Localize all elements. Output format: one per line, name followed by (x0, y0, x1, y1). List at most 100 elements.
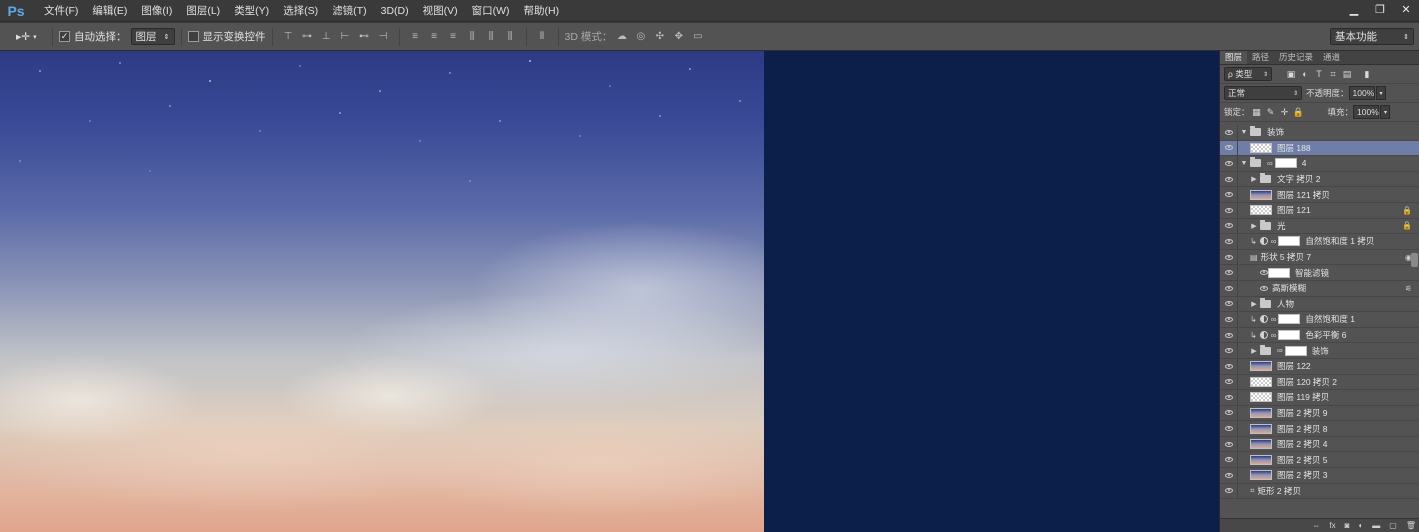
new-group-icon[interactable]: ▬ (1372, 521, 1380, 530)
layer-row[interactable]: ▶ 光 🔒 (1220, 218, 1419, 235)
layer-row[interactable]: ▶ ∞ 装饰 (1220, 343, 1419, 359)
panel-tab[interactable]: 历史记录 (1274, 51, 1318, 64)
lock-position-icon[interactable]: ✛ (1280, 106, 1290, 118)
panel-tab[interactable]: 图层 (1220, 51, 1248, 64)
layer-row[interactable]: 图层 122 (1220, 358, 1419, 375)
align-top-icon[interactable]: ⊤ (282, 30, 295, 43)
fill-dropdown-icon[interactable]: ▾ (1380, 105, 1391, 119)
filter-visibility-icon[interactable] (1260, 285, 1268, 291)
visibility-toggle[interactable] (1220, 343, 1238, 359)
lock-image-icon[interactable]: ✎ (1266, 106, 1276, 118)
align-left-icon[interactable]: ⊢ (339, 30, 352, 43)
distribute-vcenter-icon[interactable]: ≡ (428, 30, 441, 43)
close-button[interactable]: ✕ (1393, 0, 1419, 18)
show-transform-checkbox[interactable]: 显示变换控件 (187, 27, 266, 47)
filter-options-icon[interactable]: ⚟ (1405, 284, 1412, 293)
layer-row[interactable]: ↳ ∞ 自然饱和度 1 拷贝 (1220, 233, 1419, 250)
lock-all-icon[interactable]: 🔒 (1293, 106, 1304, 118)
layer-style-icon[interactable]: fx (1329, 521, 1335, 530)
distribute-bottom-icon[interactable]: ≡ (447, 30, 460, 43)
auto-select-checkbox[interactable]: ✓ 自动选择： (59, 27, 127, 47)
visibility-toggle[interactable] (1220, 374, 1238, 390)
chevron-right-icon[interactable]: ▶ (1250, 175, 1258, 183)
layer-filter-select[interactable]: ρ 类型 ⇕ (1224, 67, 1272, 81)
lock-transparency-icon[interactable]: ▦ (1252, 106, 1262, 118)
layer-row[interactable]: 图层 120 拷贝 2 (1220, 374, 1419, 391)
layer-row[interactable]: ▼ 装饰 (1220, 125, 1419, 141)
menu-item[interactable]: 类型(Y) (227, 0, 276, 22)
smart-object-filter-icon[interactable]: ▤ (1342, 68, 1352, 80)
chevron-down-icon[interactable]: ▼ (1240, 129, 1248, 136)
layer-row[interactable]: 图层 2 拷贝 3 (1220, 467, 1419, 484)
visibility-toggle[interactable] (1220, 327, 1238, 343)
pixel-filter-icon[interactable]: ▣ (1286, 68, 1296, 80)
visibility-toggle[interactable] (1220, 125, 1238, 140)
layer-row[interactable]: 高斯模糊 ⚟ (1220, 280, 1419, 297)
layer-row[interactable]: 图层 2 拷贝 4 (1220, 436, 1419, 453)
filter-toggle-icon[interactable]: ▮ (1362, 68, 1372, 80)
auto-select-target-select[interactable]: 图层 ⇕ (130, 28, 175, 45)
align-bottom-icon[interactable]: ⊥ (320, 30, 333, 43)
restore-button[interactable]: ❐ (1367, 0, 1393, 18)
align-right-icon[interactable]: ⊣ (377, 30, 390, 43)
link-layers-icon[interactable]: ⇔ (1312, 521, 1320, 530)
menu-item[interactable]: 窗口(W) (465, 0, 517, 22)
visibility-toggle[interactable] (1220, 218, 1238, 234)
layer-row[interactable]: 图层 121 🔒 (1220, 202, 1419, 219)
fill-input[interactable]: 100% (1353, 105, 1380, 119)
visibility-toggle[interactable] (1220, 389, 1238, 405)
visibility-toggle[interactable] (1220, 436, 1238, 452)
layer-row[interactable]: 图层 119 拷贝 (1220, 389, 1419, 406)
layer-row[interactable]: 图层 2 拷贝 5 (1220, 452, 1419, 469)
layer-row[interactable]: ↳ ∞ 色彩平衡 6 (1220, 327, 1419, 344)
3d-orbit-icon[interactable]: ☁ (615, 30, 628, 43)
visibility-toggle[interactable] (1220, 421, 1238, 437)
layer-row[interactable]: ▤ 形状 5 拷贝 7 ◉ (1220, 249, 1419, 266)
layer-row[interactable]: 图层 2 拷贝 8 (1220, 421, 1419, 437)
panel-tab[interactable]: 路径 (1247, 51, 1274, 64)
3d-scale-icon[interactable]: ▭ (691, 30, 704, 43)
visibility-toggle[interactable] (1220, 405, 1238, 421)
distribute-top-icon[interactable]: ≡ (409, 30, 422, 43)
visibility-toggle[interactable] (1220, 249, 1238, 265)
visibility-toggle[interactable] (1220, 311, 1238, 327)
visibility-toggle[interactable] (1220, 483, 1238, 499)
layer-row[interactable]: ▶ 人物 (1220, 296, 1419, 313)
align-vcenter-icon[interactable]: ⊶ (301, 30, 314, 43)
menu-item[interactable]: 图层(L) (179, 0, 227, 22)
visibility-toggle[interactable] (1220, 140, 1238, 156)
add-mask-icon[interactable]: ◙ (1345, 521, 1350, 530)
opacity-dropdown-icon[interactable]: ▾ (1375, 86, 1386, 100)
3d-pan-icon[interactable]: ✣ (653, 30, 666, 43)
minimize-button[interactable]: ▁ (1341, 0, 1367, 18)
filter-visibility-icon[interactable] (1260, 270, 1268, 276)
3d-roll-icon[interactable]: ◎ (634, 30, 647, 43)
menu-item[interactable]: 文件(F) (37, 0, 85, 22)
distribute-left-icon[interactable]: ⫼ (466, 30, 479, 43)
workspace-select[interactable]: 基本功能 ⇕ (1330, 28, 1414, 45)
menu-item[interactable]: 选择(S) (276, 0, 325, 22)
layers-scrollbar[interactable] (1411, 253, 1418, 267)
chevron-right-icon[interactable]: ▶ (1250, 222, 1258, 230)
blend-mode-select[interactable]: 正常 ⇕ (1224, 86, 1302, 100)
visibility-toggle[interactable] (1220, 452, 1238, 468)
layer-row[interactable]: ⌗ 矩形 2 拷贝 (1220, 483, 1419, 500)
visibility-toggle[interactable] (1220, 233, 1238, 249)
chevron-right-icon[interactable]: ▶ (1250, 347, 1258, 355)
layer-row[interactable]: ↳ ∞ 自然饱和度 1 (1220, 311, 1419, 328)
visibility-toggle[interactable] (1220, 155, 1238, 171)
menu-item[interactable]: 视图(V) (416, 0, 465, 22)
layer-row[interactable]: 图层 121 拷贝 (1220, 187, 1419, 203)
visibility-toggle[interactable] (1220, 358, 1238, 374)
chevron-down-icon[interactable]: ▼ (1240, 160, 1248, 167)
layer-row[interactable]: ▶ 文字 拷贝 2 (1220, 171, 1419, 188)
new-adjustment-icon[interactable]: ◐ (1358, 521, 1363, 530)
new-layer-icon[interactable]: ▢ (1389, 521, 1397, 530)
menu-item[interactable]: 3D(D) (374, 0, 416, 22)
visibility-toggle[interactable] (1220, 187, 1238, 203)
visibility-toggle[interactable] (1220, 171, 1238, 187)
layer-row[interactable]: 智能滤镜 (1220, 265, 1419, 281)
distribute-hcenter-icon[interactable]: ⫼ (485, 30, 498, 43)
menu-item[interactable]: 滤镜(T) (325, 0, 373, 22)
document-canvas[interactable] (0, 51, 1219, 532)
